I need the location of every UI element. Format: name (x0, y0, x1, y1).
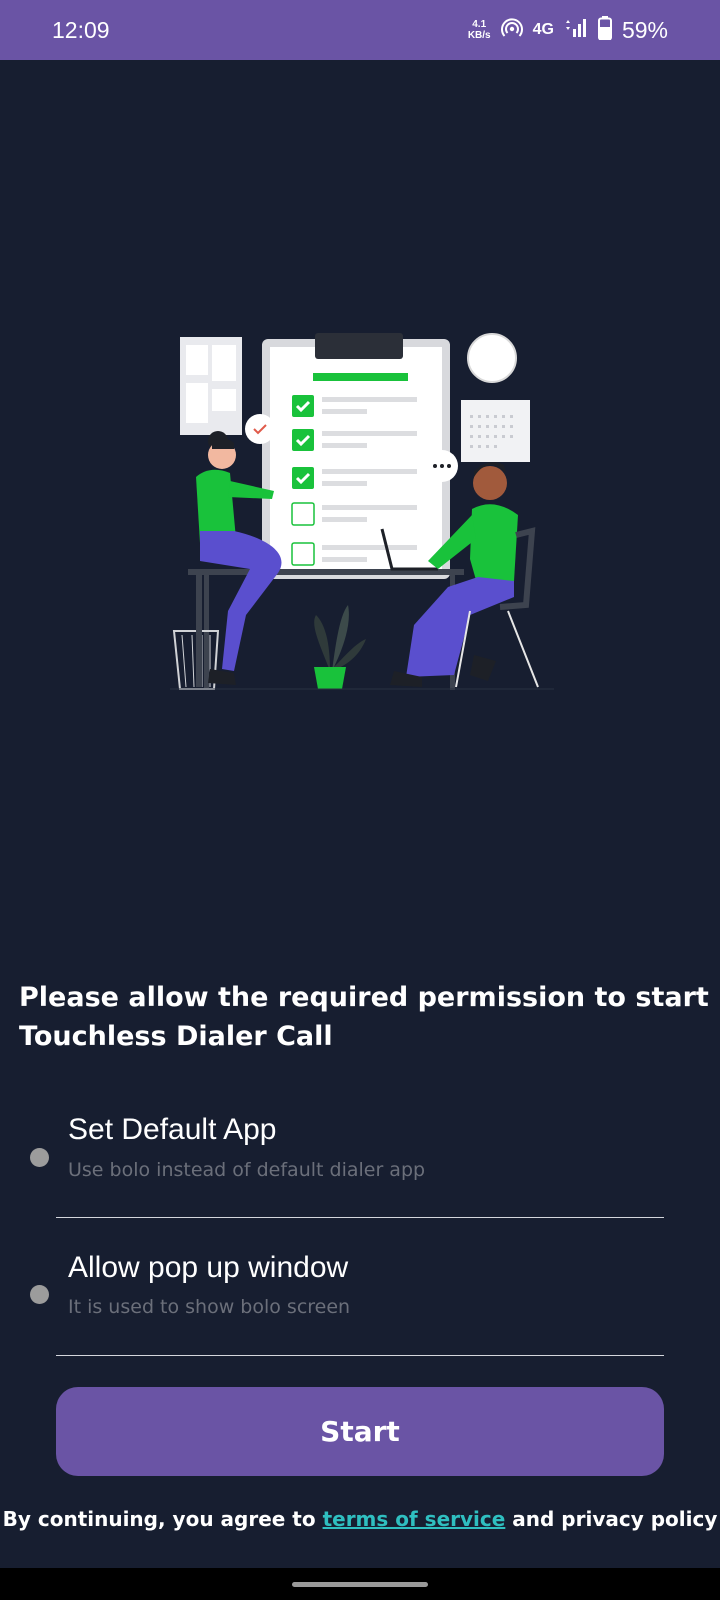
permission-title: Allow pop up window (68, 1251, 349, 1284)
status-bar: 12:09 4.1 KB/s 4G 59% (0, 0, 720, 60)
footer-prefix: By continuing, you agree to (2, 1507, 323, 1531)
terms-of-service-link[interactable]: terms of service (323, 1507, 506, 1531)
home-gesture-handle[interactable] (292, 1582, 428, 1587)
divider (56, 1355, 664, 1356)
net-speed: 4.1 KB/s (468, 19, 491, 41)
permission-subtitle: Use bolo instead of default dialer app (68, 1159, 426, 1181)
permission-subtitle: It is used to show bolo screen (68, 1296, 351, 1318)
battery-percent: 59% (621, 16, 668, 43)
footer-suffix: and privacy policy (505, 1507, 718, 1531)
start-button[interactable]: Start (56, 1387, 664, 1476)
permission-illustration (170, 325, 554, 705)
permission-status-dot (30, 1148, 49, 1167)
terms-footer: By continuing, you agree to terms of ser… (0, 1507, 720, 1531)
status-time: 12:09 (52, 16, 110, 43)
status-icons: 4.1 KB/s 4G 59% (468, 16, 668, 44)
wall-clock (467, 333, 517, 383)
hotspot-icon (500, 17, 523, 43)
net-speed-value: 4.1 (472, 19, 487, 30)
signal-icon (564, 17, 588, 43)
wall-calendar (461, 400, 530, 462)
divider (56, 1217, 664, 1218)
battery-icon (597, 16, 612, 44)
permission-title: Set Default App (68, 1113, 277, 1146)
permission-status-dot (30, 1285, 49, 1304)
permission-heading: Please allow the required permission to … (19, 982, 709, 1052)
network-type: 4G (532, 21, 554, 38)
navigation-bar (0, 1568, 720, 1600)
net-speed-unit: KB/s (467, 30, 491, 41)
potted-plant (314, 605, 366, 689)
